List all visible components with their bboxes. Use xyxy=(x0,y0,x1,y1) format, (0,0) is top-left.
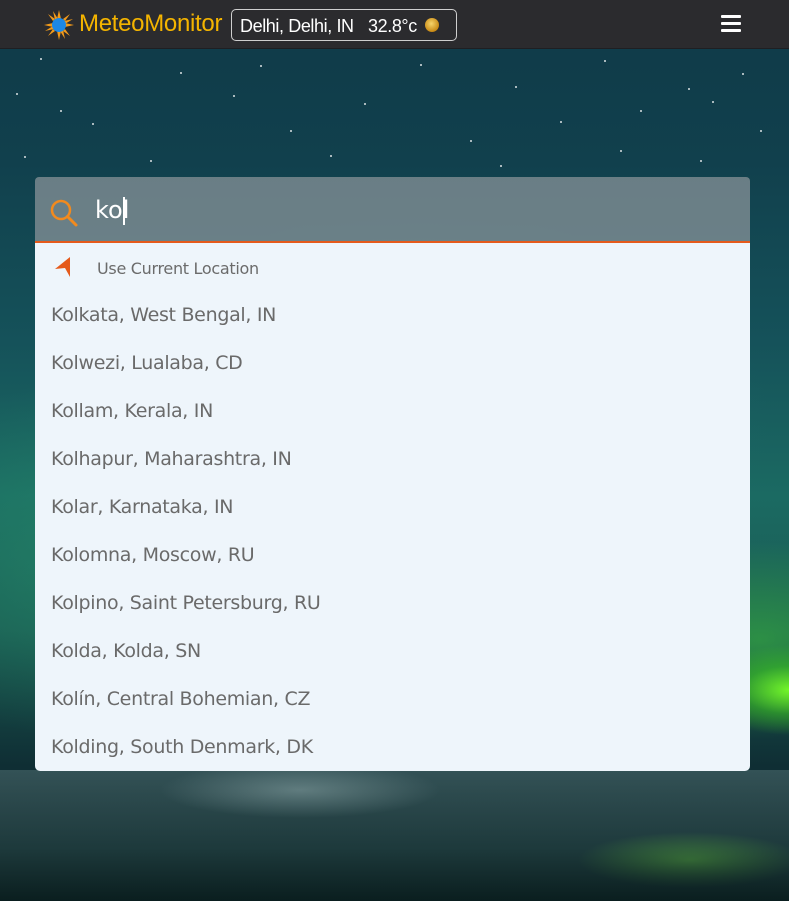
top-navbar: MeteoMonitor Delhi, Delhi, IN 32.8°c xyxy=(0,0,789,49)
star xyxy=(515,86,517,88)
star xyxy=(24,156,26,158)
search-input[interactable] xyxy=(95,191,715,229)
star xyxy=(330,155,332,157)
star xyxy=(700,160,702,162)
suggestion-item[interactable]: Kolar, Karnataka, IN xyxy=(35,483,750,531)
star xyxy=(150,160,152,162)
star xyxy=(688,88,690,90)
search-icon xyxy=(50,199,78,227)
use-current-location-label: Use Current Location xyxy=(97,259,259,278)
star xyxy=(180,72,182,74)
suggestion-item[interactable]: Kollam, Kerala, IN xyxy=(35,387,750,435)
star xyxy=(233,95,235,97)
location-search-bar[interactable] xyxy=(35,177,750,243)
star xyxy=(92,123,94,125)
suggestion-item[interactable]: Kolda, Kolda, SN xyxy=(35,627,750,675)
star xyxy=(40,58,42,60)
star xyxy=(470,140,472,142)
star xyxy=(560,121,562,123)
star xyxy=(290,130,292,132)
star xyxy=(364,103,366,105)
star xyxy=(604,60,606,62)
search-suggestions-dropdown: Use Current Location Kolkata, West Benga… xyxy=(35,243,750,771)
star xyxy=(60,110,62,112)
suggestion-item[interactable]: Kolín, Central Bohemian, CZ xyxy=(35,675,750,723)
hamburger-menu-icon[interactable] xyxy=(721,15,741,34)
text-cursor xyxy=(123,197,125,225)
star xyxy=(640,110,642,112)
star xyxy=(500,165,502,167)
suggestion-item[interactable]: Kolhapur, Maharashtra, IN xyxy=(35,435,750,483)
star xyxy=(712,101,714,103)
suggestion-item[interactable]: Kolwezi, Lualaba, CD xyxy=(35,339,750,387)
suggestion-item[interactable]: Kolding, South Denmark, DK xyxy=(35,723,750,771)
sun-logo-icon[interactable] xyxy=(44,10,74,40)
suggestion-item[interactable]: Kolomna, Moscow, RU xyxy=(35,531,750,579)
snow-landscape xyxy=(0,770,789,901)
suggestion-item[interactable]: Kolpino, Saint Petersburg, RU xyxy=(35,579,750,627)
current-location-text: Delhi, Delhi, IN xyxy=(240,16,354,36)
sun-haze-icon xyxy=(425,18,439,32)
suggestion-item[interactable]: Kolkata, West Bengal, IN xyxy=(35,291,750,339)
suggestion-list: Kolkata, West Bengal, IN Kolwezi, Lualab… xyxy=(35,291,750,771)
star xyxy=(260,65,262,67)
current-weather-pill[interactable]: Delhi, Delhi, IN 32.8°c xyxy=(231,9,457,41)
current-temperature: 32.8°c xyxy=(368,16,417,36)
star xyxy=(620,150,622,152)
location-arrow-icon xyxy=(55,257,70,277)
brand-name[interactable]: MeteoMonitor xyxy=(79,10,222,38)
star xyxy=(742,73,744,75)
star xyxy=(760,130,762,132)
star xyxy=(420,64,422,66)
star xyxy=(16,93,18,95)
use-current-location-button[interactable]: Use Current Location xyxy=(51,255,351,281)
